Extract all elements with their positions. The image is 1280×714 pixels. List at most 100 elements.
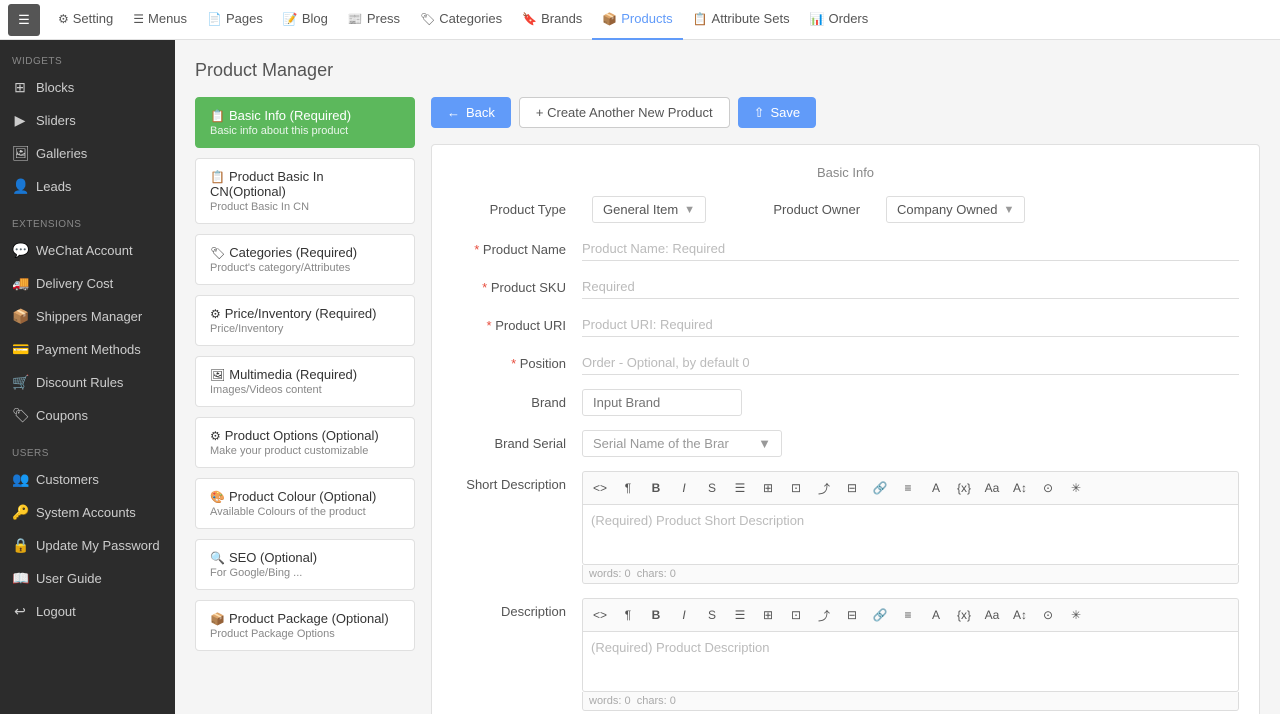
- section-card-product-colour[interactable]: 🎨Product Colour (Optional)Available Colo…: [195, 478, 415, 529]
- sidebar-item-update-password[interactable]: 🔒Update My Password: [0, 529, 175, 562]
- right-panel: ← Back + Create Another New Product ⇧ Sa…: [431, 97, 1260, 714]
- price-inventory-icon: ⚙: [210, 307, 221, 321]
- section-card-basic-info-cn[interactable]: 📋Product Basic In CN(Optional)Product Ba…: [195, 158, 415, 224]
- rte-toolbar-short-variable-button[interactable]: {x}: [951, 476, 977, 500]
- sidebar-item-user-guide[interactable]: 📖User Guide: [0, 562, 175, 595]
- rte-toolbar-short-line-height-button[interactable]: A↕: [1007, 476, 1033, 500]
- sidebar-item-customers[interactable]: 👥Customers: [0, 463, 175, 496]
- rte-toolbar-desc-paragraph-button[interactable]: ¶: [615, 603, 641, 627]
- rte-toolbar-short-upload-button[interactable]: ⤴: [811, 476, 837, 500]
- sidebar-item-galleries[interactable]: 🖼Galleries: [0, 137, 175, 170]
- section-card-product-package[interactable]: 📦Product Package (Optional)Product Packa…: [195, 600, 415, 651]
- sidebar-item-system-accounts[interactable]: 🔑System Accounts: [0, 496, 175, 529]
- basic-info-icon: 📋: [210, 109, 225, 123]
- brand-serial-select[interactable]: Serial Name of the Brar ▼: [582, 430, 782, 457]
- section-title-basic-info-cn: Product Basic In CN(Optional): [210, 169, 324, 199]
- rte-toolbar-desc-code-button[interactable]: <>: [587, 603, 613, 627]
- create-product-button[interactable]: + Create Another New Product: [519, 97, 730, 128]
- rte-toolbar-desc-embed-button[interactable]: ⊡: [783, 603, 809, 627]
- rte-toolbar-desc-table-button[interactable]: ⊟: [839, 603, 865, 627]
- rte-toolbar-short-code-button[interactable]: <>: [587, 476, 613, 500]
- short-desc-rte-area[interactable]: (Required) Product Short Description: [582, 505, 1239, 565]
- rte-toolbar-short-link-button[interactable]: 🔗: [867, 476, 893, 500]
- section-card-basic-info[interactable]: 📋Basic Info (Required)Basic info about t…: [195, 97, 415, 148]
- rte-toolbar-desc-italic-button[interactable]: I: [671, 603, 697, 627]
- coupons-icon: 🏷: [12, 407, 28, 424]
- sidebar-item-payment[interactable]: 💳Payment Methods: [0, 333, 175, 366]
- section-card-seo[interactable]: 🔍SEO (Optional)For Google/Bing ...: [195, 539, 415, 590]
- nav-item-orders[interactable]: 📊Orders: [800, 0, 879, 40]
- rte-toolbar-desc-special-button[interactable]: ✳: [1063, 603, 1089, 627]
- position-input[interactable]: [582, 351, 1239, 375]
- main-content: Product Manager 📋Basic Info (Required)Ba…: [175, 40, 1280, 714]
- section-title-price-inventory: Price/Inventory (Required): [225, 306, 377, 321]
- nav-item-pages[interactable]: 📄Pages: [197, 0, 273, 40]
- rte-toolbar-desc-insert-button[interactable]: ⊙: [1035, 603, 1061, 627]
- section-card-product-options[interactable]: ⚙Product Options (Optional)Make your pro…: [195, 417, 415, 468]
- short-desc-placeholder: (Required) Product Short Description: [583, 505, 1238, 536]
- sidebar-item-wechat[interactable]: 💬WeChat Account: [0, 234, 175, 267]
- sidebar-item-delivery[interactable]: 🚚Delivery Cost: [0, 267, 175, 300]
- rte-toolbar-short-font-size-button[interactable]: Aa: [979, 476, 1005, 500]
- nav-item-products[interactable]: 📦Products: [592, 0, 682, 40]
- rte-toolbar-short-special-button[interactable]: ✳: [1063, 476, 1089, 500]
- nav-item-attribute-sets[interactable]: 📋Attribute Sets: [683, 0, 800, 40]
- rte-toolbar-short-media-button[interactable]: ⊞: [755, 476, 781, 500]
- sidebar-item-coupons[interactable]: 🏷Coupons: [0, 399, 175, 432]
- nav-item-blog[interactable]: 📝Blog: [273, 0, 338, 40]
- rte-toolbar-desc-font-size-button[interactable]: Aa: [979, 603, 1005, 627]
- sidebar-label-user-guide: User Guide: [36, 571, 102, 586]
- rte-toolbar-desc-media-button[interactable]: ⊞: [755, 603, 781, 627]
- save-button[interactable]: ⇧ Save: [738, 97, 817, 128]
- sidebar-item-logout[interactable]: ↩Logout: [0, 595, 175, 628]
- rte-toolbar-desc-list-button[interactable]: ☰: [727, 603, 753, 627]
- rte-toolbar-desc-font-color-button[interactable]: A: [923, 603, 949, 627]
- rte-toolbar-short-paragraph-button[interactable]: ¶: [615, 476, 641, 500]
- orders-icon: 📊: [810, 12, 825, 26]
- rte-toolbar-short-insert-button[interactable]: ⊙: [1035, 476, 1061, 500]
- top-nav: ☰ ⚙Setting☰Menus📄Pages📝Blog📰Press🏷Catego…: [0, 0, 1280, 40]
- nav-item-brands[interactable]: 🔖Brands: [512, 0, 592, 40]
- product-type-select[interactable]: General Item ▼: [592, 196, 706, 223]
- nav-item-press[interactable]: 📰Press: [338, 0, 410, 40]
- desc-rte-area[interactable]: (Required) Product Description: [582, 632, 1239, 692]
- rte-toolbar-short-italic-button[interactable]: I: [671, 476, 697, 500]
- rte-toolbar-desc-variable-button[interactable]: {x}: [951, 603, 977, 627]
- rte-toolbar-short-font-color-button[interactable]: A: [923, 476, 949, 500]
- short-description-row: Short Description <>¶BIS☰⊞⊡⤴⊟🔗≡A{x}AaA↕⊙…: [452, 471, 1239, 584]
- sidebar-label-leads: Leads: [36, 179, 71, 194]
- nav-item-menus[interactable]: ☰Menus: [123, 0, 197, 40]
- nav-item-setting[interactable]: ⚙Setting: [48, 0, 123, 40]
- rte-toolbar-short-align-button[interactable]: ≡: [895, 476, 921, 500]
- rte-toolbar-desc-align-button[interactable]: ≡: [895, 603, 921, 627]
- products-icon: 📦: [602, 12, 617, 26]
- rte-toolbar-desc-line-height-button[interactable]: A↕: [1007, 603, 1033, 627]
- brand-input[interactable]: [582, 389, 742, 416]
- section-card-price-inventory[interactable]: ⚙Price/Inventory (Required)Price/Invento…: [195, 295, 415, 346]
- rte-toolbar-short-strikethrough-button[interactable]: S: [699, 476, 725, 500]
- sidebar-item-discount[interactable]: 🛒Discount Rules: [0, 366, 175, 399]
- rte-toolbar-short-bold-button[interactable]: B: [643, 476, 669, 500]
- rte-toolbar-short-table-button[interactable]: ⊟: [839, 476, 865, 500]
- back-button[interactable]: ← Back: [431, 97, 511, 128]
- rte-toolbar-desc-link-button[interactable]: 🔗: [867, 603, 893, 627]
- sidebar-item-shippers[interactable]: 📦Shippers Manager: [0, 300, 175, 333]
- product-sku-input[interactable]: [582, 275, 1239, 299]
- product-name-input[interactable]: [582, 237, 1239, 261]
- rte-toolbar-short-embed-button[interactable]: ⊡: [783, 476, 809, 500]
- product-uri-input[interactable]: [582, 313, 1239, 337]
- section-card-categories[interactable]: 🏷Categories (Required)Product's category…: [195, 234, 415, 285]
- section-card-multimedia[interactable]: 🖼Multimedia (Required)Images/Videos cont…: [195, 356, 415, 407]
- hamburger-button[interactable]: ☰: [8, 4, 40, 36]
- rte-toolbar-desc-bold-button[interactable]: B: [643, 603, 669, 627]
- sidebar-label-sliders: Sliders: [36, 113, 76, 128]
- sidebar-item-leads[interactable]: 👤Leads: [0, 170, 175, 203]
- product-owner-select[interactable]: Company Owned ▼: [886, 196, 1025, 223]
- rte-toolbar-short-list-button[interactable]: ☰: [727, 476, 753, 500]
- rte-toolbar-desc-strikethrough-button[interactable]: S: [699, 603, 725, 627]
- rte-toolbar-desc-upload-button[interactable]: ⤴: [811, 603, 837, 627]
- sidebar-item-blocks[interactable]: ⊞Blocks: [0, 71, 175, 104]
- sidebar-item-sliders[interactable]: ▶Sliders: [0, 104, 175, 137]
- nav-item-categories[interactable]: 🏷Categories: [410, 0, 512, 40]
- payment-icon: 💳: [12, 341, 28, 358]
